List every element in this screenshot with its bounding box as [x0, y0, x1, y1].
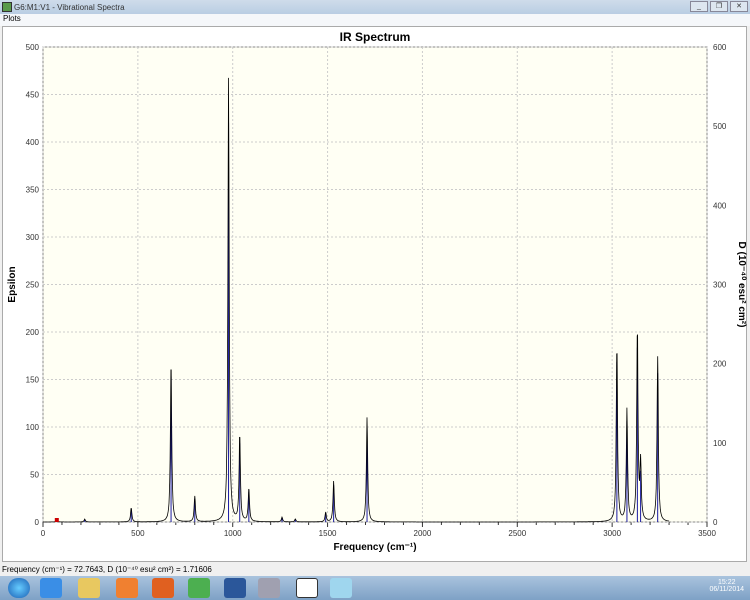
y-tick-label: 250: [26, 281, 40, 290]
app-icon: [2, 2, 12, 12]
y2-tick-label: 0: [713, 518, 718, 527]
y-tick-label: 0: [35, 518, 40, 527]
chrome-icon[interactable]: [188, 578, 210, 598]
y2-tick-label: 300: [713, 281, 727, 290]
status-bar: Frequency (cm⁻¹) = 72.7643, D (10⁻⁴⁰ esu…: [0, 563, 750, 576]
firefox-icon[interactable]: [152, 578, 174, 598]
y2-tick-label: 100: [713, 439, 727, 448]
clock-date: 06/11/2014: [709, 586, 744, 593]
y-tick-label: 450: [26, 91, 40, 100]
minimize-button[interactable]: _: [690, 1, 708, 12]
x-tick-label: 0: [41, 529, 46, 538]
clock-time: 15:22: [717, 579, 736, 586]
y-tick-label: 50: [30, 471, 39, 480]
clock: 15:22 06/11/2014: [709, 579, 744, 593]
menu-bar: Plots: [0, 14, 750, 26]
window-title: G6:M1:V1 - Vibrational Spectra: [14, 2, 125, 12]
notepad-icon[interactable]: [330, 578, 352, 598]
x-tick-label: 2000: [414, 529, 432, 538]
y-tick-label: 500: [26, 43, 40, 52]
y-tick-label: 400: [26, 138, 40, 147]
file-explorer-icon[interactable]: [78, 578, 100, 598]
taskbar: 15:22 06/11/2014: [0, 576, 750, 600]
y-tick-label: 150: [26, 376, 40, 385]
x-tick-label: 500: [131, 529, 145, 538]
y-tick-label: 100: [26, 423, 40, 432]
gaussian-icon[interactable]: [296, 578, 318, 598]
x-tick-label: 3500: [698, 529, 716, 538]
y-tick-label: 200: [26, 328, 40, 337]
menu-plots[interactable]: Plots: [3, 14, 21, 23]
x-tick-label: 3000: [603, 529, 621, 538]
y2-tick-label: 200: [713, 360, 727, 369]
chart-title: IR Spectrum: [340, 30, 411, 44]
y-tick-label: 300: [26, 233, 40, 242]
selected-point-marker: [54, 518, 59, 522]
y-axis-label: Epsilon: [7, 266, 18, 302]
x-tick-label: 1500: [319, 529, 337, 538]
y2-tick-label: 500: [713, 122, 727, 131]
x-tick-label: 2500: [508, 529, 526, 538]
word-icon[interactable]: [224, 578, 246, 598]
ir-spectrum-chart[interactable]: 0 500 1000 1500 2000 2500 3000 3500050100150200…: [3, 27, 748, 563]
media-player-icon[interactable]: [116, 578, 138, 598]
y-tick-label: 350: [26, 186, 40, 195]
x-tick-label: 1000: [224, 529, 242, 538]
close-button[interactable]: ✕: [730, 1, 748, 12]
plot-frame: 0 500 1000 1500 2000 2500 3000 3500 0 50 100 150 200…: [2, 26, 747, 562]
internet-explorer-icon[interactable]: [40, 578, 62, 598]
start-button[interactable]: [8, 578, 30, 598]
gaussview-icon[interactable]: [258, 578, 280, 598]
y2-axis-label: D (10⁻⁴⁰ esu² cm²): [736, 242, 747, 328]
x-axis-label: Frequency (cm⁻¹): [333, 542, 416, 553]
title-bar: G6:M1:V1 - Vibrational Spectra _ ❐ ✕: [0, 0, 750, 14]
y2-tick-label: 600: [713, 43, 727, 52]
y2-tick-label: 400: [713, 201, 727, 210]
restore-button[interactable]: ❐: [710, 1, 728, 12]
